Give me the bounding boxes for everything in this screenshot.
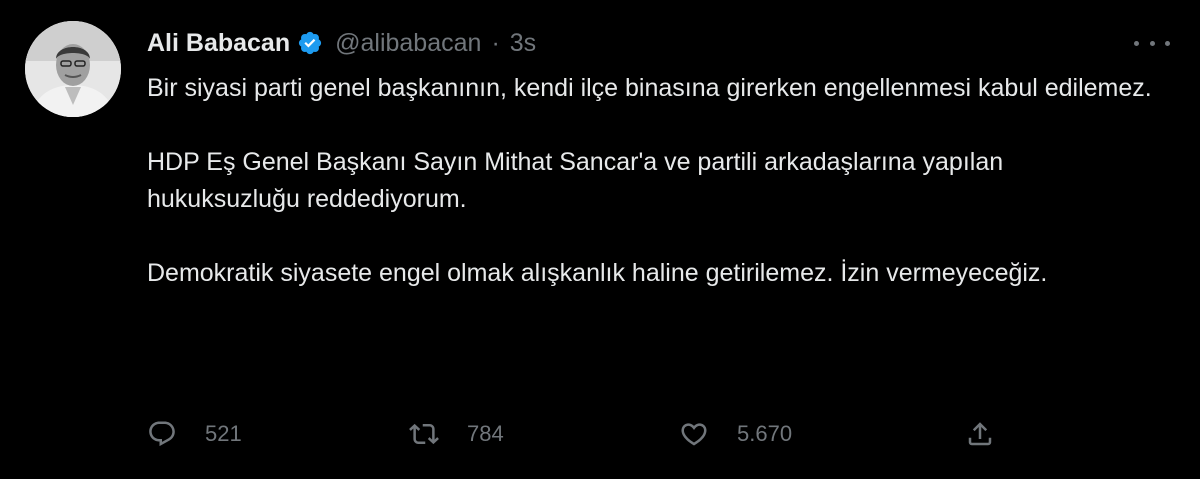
share-button[interactable]	[965, 414, 995, 454]
share-icon	[965, 419, 995, 449]
like-count: 5.670	[737, 421, 793, 446]
handle[interactable]: @alibabacan	[335, 29, 481, 58]
display-name[interactable]: Ali Babacan	[147, 29, 290, 58]
retweet-count: 784	[467, 421, 504, 446]
tweet-paragraph: Demokratik siyasete engel olmak alışkanl…	[147, 259, 1048, 287]
timestamp[interactable]: 3s	[510, 29, 536, 58]
reply-count: 521	[205, 421, 242, 446]
retweet-button[interactable]: 784	[409, 414, 504, 454]
action-bar: 521 784 5.670	[147, 414, 1007, 454]
tweet-paragraph: HDP Eş Genel Başkanı Sayın Mithat Sancar…	[147, 148, 1004, 213]
tweet-card[interactable]: Ali Babacan @alibabacan · 3s Bir siyasi …	[0, 0, 1200, 479]
avatar[interactable]	[25, 21, 121, 117]
more-dot	[1165, 40, 1170, 46]
avatar-image	[25, 21, 121, 117]
more-dot	[1149, 40, 1155, 46]
more-options-icon[interactable]	[1134, 30, 1170, 56]
reply-button[interactable]: 521	[147, 414, 242, 454]
like-button[interactable]: 5.670	[679, 414, 792, 454]
more-dot	[1134, 40, 1139, 46]
heart-icon	[679, 419, 709, 449]
retweet-icon	[409, 419, 439, 449]
tweet-text: Bir siyasi parti genel başkanının, kendi…	[147, 70, 1157, 329]
verified-badge-icon	[297, 30, 323, 56]
tweet-paragraph: Bir siyasi parti genel başkanının, kendi…	[147, 74, 1152, 102]
separator-dot: ·	[491, 28, 500, 57]
reply-icon	[147, 419, 177, 449]
tweet-header: Ali Babacan @alibabacan · 3s	[147, 26, 536, 60]
